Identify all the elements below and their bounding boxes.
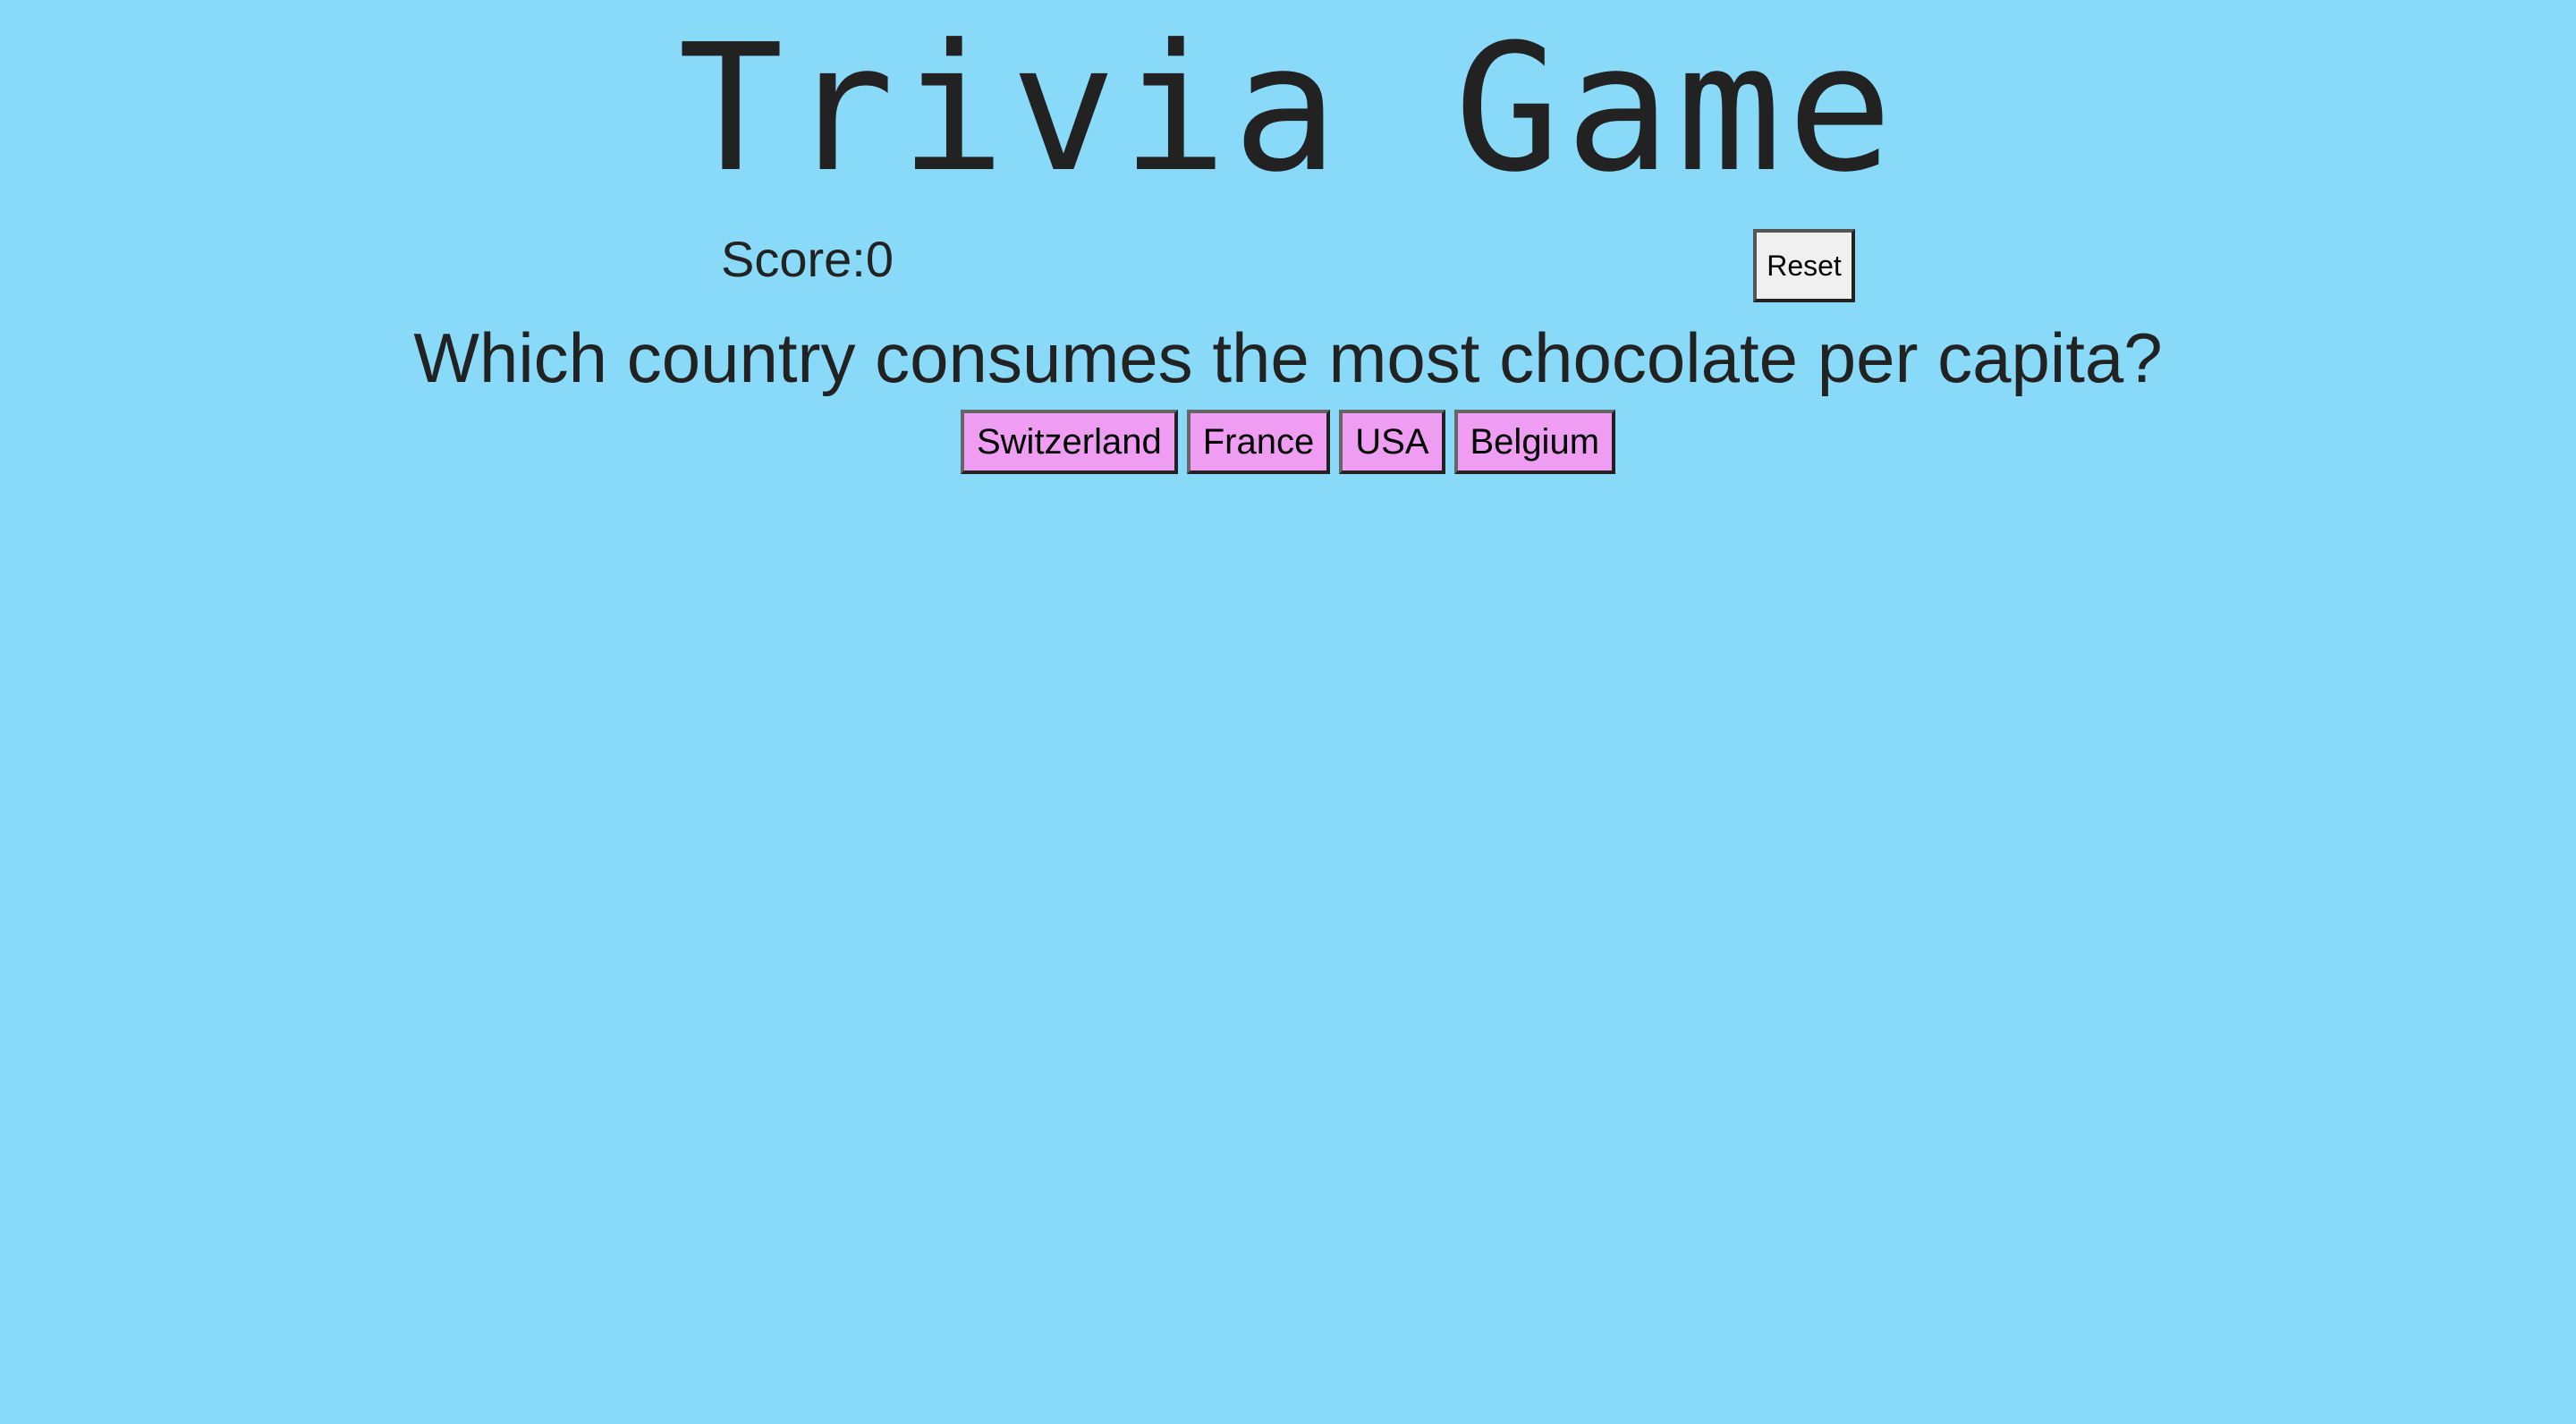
- question-text: Which country consumes the most chocolat…: [413, 318, 2163, 397]
- answer-button-usa[interactable]: USA: [1339, 410, 1445, 474]
- answer-button-belgium[interactable]: Belgium: [1453, 410, 1616, 474]
- answer-button-france[interactable]: France: [1186, 410, 1331, 474]
- answer-button-switzerland[interactable]: Switzerland: [960, 410, 1178, 474]
- answer-options: Switzerland France USA Belgium: [0, 410, 2576, 474]
- reset-button[interactable]: Reset: [1753, 229, 1855, 302]
- score-display: Score:0: [721, 231, 894, 287]
- page-title: Trivia Game: [677, 7, 1899, 211]
